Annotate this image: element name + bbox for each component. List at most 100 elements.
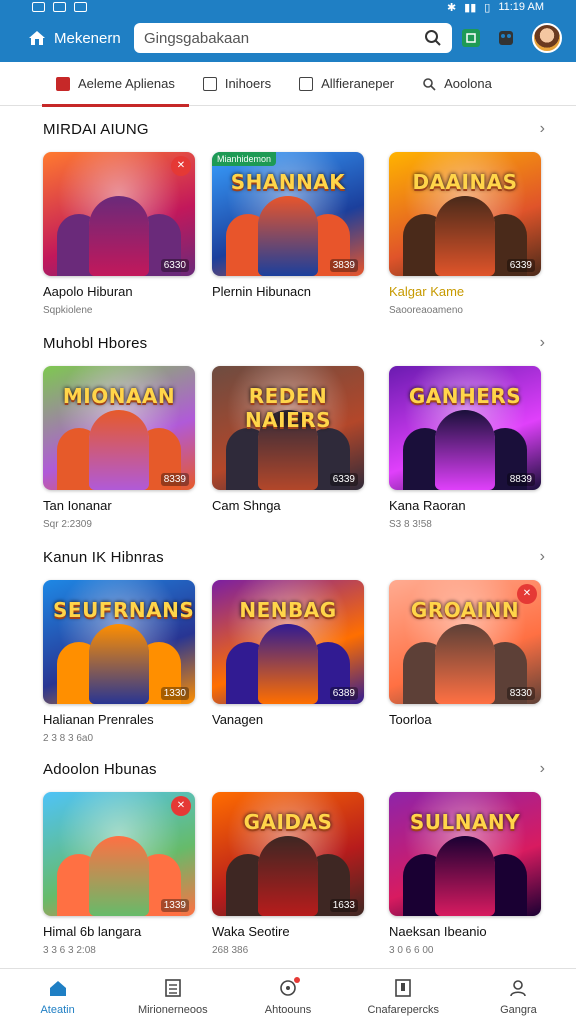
tab-0[interactable]: Aeleme Aplienas <box>42 62 189 107</box>
game-thumbnail: Mianhidemon SHANNAK 3839 <box>212 152 364 276</box>
card-title: Toorloa <box>389 712 432 727</box>
thumbnail-logo: GANHERS <box>408 384 522 408</box>
rating-label: 6389 <box>329 687 358 700</box>
home-logo-icon <box>29 31 45 45</box>
thumbnail-tag: Mianhidemon <box>212 152 277 166</box>
status-bar: ✱ ▮▮ ▯ 11:19 AM <box>0 0 576 14</box>
game-card[interactable]: GAIDAS 1633 Waka Seotire 268 386 <box>212 792 364 956</box>
battery-icon: ▯ <box>484 1 491 14</box>
section-header[interactable]: MIRDAI AIUNG › <box>43 120 545 138</box>
game-card[interactable]: REDEN NAIERS 6339 Cam Shnga <box>212 366 364 519</box>
rating-label: 8839 <box>506 473 535 486</box>
search-input[interactable] <box>144 29 424 47</box>
game-card[interactable]: ✕ 6330 Aapolo Hiburan Sqpkiolene <box>43 152 195 316</box>
brand-name: Mekenern <box>54 29 121 47</box>
thumbnail-logo: GROAINN <box>410 598 520 622</box>
game-thumbnail: DAAINAS 6339 <box>389 152 541 276</box>
thumbnail-logo: SULNANY <box>409 810 521 834</box>
user-icon <box>510 979 527 996</box>
status-time: 11:19 AM <box>498 1 544 13</box>
thumbnail-logo: REDEN NAIERS <box>244 384 332 432</box>
close-badge-icon[interactable]: ✕ <box>171 156 191 176</box>
section: Kanun IK Hibnras › SEUFRNANS 1330 Halian… <box>0 534 576 746</box>
rating-label: 1633 <box>329 899 358 912</box>
card-subtitle: 3 3 6 3 2:08 <box>43 945 96 956</box>
card-subtitle: 268 386 <box>212 945 249 956</box>
nav-label: Cnafarepercks <box>367 1003 439 1016</box>
game-card[interactable]: DAAINAS 6339 Kalgar Kame Saooreaoameno <box>389 152 541 316</box>
tab-2[interactable]: Allfieraneper <box>285 62 408 106</box>
app-bar: Mekenern <box>0 14 576 62</box>
game-card[interactable]: ✕ 1339 Himal 6b langara 3 3 6 3 2:08 <box>43 792 195 956</box>
bookmark-icon <box>395 978 412 997</box>
content: MIRDAI AIUNG › ✕ 6330 Aapolo Hiburan Sqp… <box>0 106 576 968</box>
nav-item-profile[interactable]: Gangra <box>461 969 576 1024</box>
card-subtitle: 3 0 6 6 00 <box>389 945 434 956</box>
game-card[interactable]: GROAINN ✕ 8330 Toorloa <box>389 580 541 733</box>
game-thumbnail: NENBAG 6389 <box>212 580 364 704</box>
game-thumbnail: GROAINN ✕ 8330 <box>389 580 541 704</box>
game-card[interactable]: Mianhidemon SHANNAK 3839 Plernin Hibunac… <box>212 152 364 305</box>
thumbnail-logo: SHANNAK <box>230 170 346 194</box>
chevron-right-icon[interactable]: › <box>540 760 545 778</box>
search-box[interactable] <box>134 23 452 53</box>
card-title: Himal 6b langara <box>43 924 142 939</box>
controller-icon[interactable] <box>496 28 516 48</box>
card-title: Kana Raoran <box>389 498 466 513</box>
card-title: Kalgar Kame <box>389 284 465 299</box>
card-title: Tan Ionanar <box>43 498 112 513</box>
nav-item-activity[interactable]: Ahtoouns <box>230 969 345 1024</box>
category-tabs: Aeleme Aplienas Inihoers Allfieraneper A… <box>0 62 576 107</box>
card-title: Halianan Prenrales <box>43 712 154 727</box>
game-thumbnail: ✕ 6330 <box>43 152 195 276</box>
avatar[interactable] <box>532 23 562 53</box>
nav-item-charts[interactable]: Cnafarepercks <box>346 969 461 1024</box>
tab-label: Allfieraneper <box>321 76 395 91</box>
game-card[interactable]: MIONAAN 8339 Tan Ionanar Sqr 2:2309 <box>43 366 195 530</box>
store-icon[interactable] <box>462 29 480 47</box>
close-badge-icon[interactable]: ✕ <box>171 796 191 816</box>
chevron-right-icon[interactable]: › <box>540 120 545 138</box>
chevron-right-icon[interactable]: › <box>540 548 545 566</box>
notification-icon <box>32 2 45 12</box>
tab-label: Aeleme Aplienas <box>78 76 175 91</box>
nav-label: Gangra <box>500 1003 537 1016</box>
notification-icon <box>74 2 87 12</box>
game-thumbnail: GAIDAS 1633 <box>212 792 364 916</box>
nav-label: Mirionerneoos <box>137 1003 208 1016</box>
nav-item-home[interactable]: Ateatin <box>0 969 115 1024</box>
game-thumbnail: ✕ 1339 <box>43 792 195 916</box>
game-card[interactable]: SULNANY Naeksan Ibeanio 3 0 6 6 00 <box>389 792 541 956</box>
nav-item-library[interactable]: Mirionerneoos <box>115 969 230 1024</box>
book-icon <box>202 76 217 91</box>
game-card[interactable]: NENBAG 6389 Vanagen <box>212 580 364 733</box>
card-title: Vanagen <box>212 712 264 727</box>
section-header[interactable]: Adoolon Hbunas › <box>43 760 545 778</box>
section: MIRDAI AIUNG › ✕ 6330 Aapolo Hiburan Sqp… <box>0 106 576 318</box>
tab-3[interactable]: Aoolona <box>408 62 506 106</box>
game-card[interactable]: GANHERS 8839 Kana Raoran S3 8 3!58 <box>389 366 541 530</box>
card-subtitle: S3 8 3!58 <box>389 519 432 530</box>
tab-1[interactable]: Inihoers <box>189 62 285 106</box>
nav-label: Ateatin <box>40 1003 75 1016</box>
bottom-nav: Ateatin Mirionerneoos Ahtoouns Cnafarepe… <box>0 968 576 1024</box>
thumbnail-logo: GAIDAS <box>243 810 333 834</box>
section: Adoolon Hbunas › ✕ 1339 Himal 6b langara… <box>0 746 576 958</box>
chevron-right-icon[interactable]: › <box>540 334 545 352</box>
brand[interactable]: Mekenern <box>28 30 128 47</box>
card-title: Naeksan Ibeanio <box>389 924 487 939</box>
card-subtitle: Sqpkiolene <box>43 305 93 316</box>
search-icon[interactable] <box>424 29 442 47</box>
close-badge-icon[interactable]: ✕ <box>517 584 537 604</box>
signal-icon: ▮▮ <box>464 1 477 14</box>
section-header[interactable]: Muhobl Hbores › <box>43 334 545 352</box>
card-subtitle: Sqr 2:2309 <box>43 519 92 530</box>
rating-label: 3839 <box>329 259 358 272</box>
game-thumbnail: MIONAAN 8339 <box>43 366 195 490</box>
rating-label: 6339 <box>329 473 358 486</box>
game-card[interactable]: SEUFRNANS 1330 Halianan Prenrales 2 3 8 … <box>43 580 195 744</box>
nav-label: Ahtoouns <box>264 1003 312 1016</box>
tab-label: Aoolona <box>444 76 492 91</box>
section-header[interactable]: Kanun IK Hibnras › <box>43 548 545 566</box>
notification-dot-icon <box>294 977 301 983</box>
